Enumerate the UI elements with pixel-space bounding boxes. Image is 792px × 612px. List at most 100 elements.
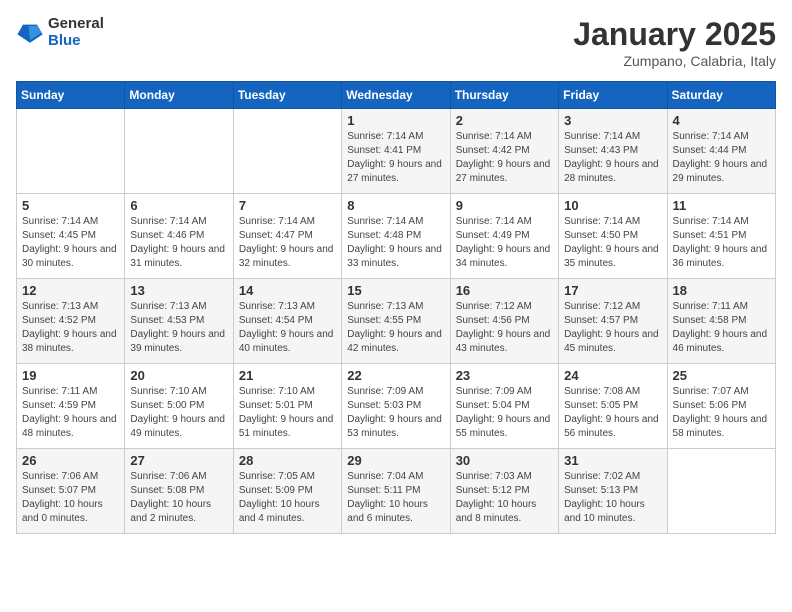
day-number: 27 <box>130 453 227 468</box>
day-info: Sunrise: 7:14 AM Sunset: 4:41 PM Dayligh… <box>347 130 444 186</box>
day-number: 16 <box>456 283 553 298</box>
day-number: 6 <box>130 198 227 213</box>
day-number: 1 <box>347 113 444 128</box>
day-info: Sunrise: 7:14 AM Sunset: 4:44 PM Dayligh… <box>673 130 770 186</box>
day-number: 18 <box>673 283 770 298</box>
calendar-cell: 5 Sunrise: 7:14 AM Sunset: 4:45 PM Daylig… <box>17 194 125 279</box>
header-day-friday: Friday <box>559 82 667 109</box>
day-number: 20 <box>130 368 227 383</box>
calendar-cell: 14 Sunrise: 7:13 AM Sunset: 4:54 PM Dayli… <box>233 279 341 364</box>
calendar-cell <box>125 109 233 194</box>
calendar-cell: 16 Sunrise: 7:12 AM Sunset: 4:56 PM Dayli… <box>450 279 558 364</box>
day-info: Sunrise: 7:13 AM Sunset: 4:52 PM Dayligh… <box>22 300 119 356</box>
day-info: Sunrise: 7:14 AM Sunset: 4:47 PM Dayligh… <box>239 215 336 271</box>
calendar-cell: 24 Sunrise: 7:08 AM Sunset: 5:05 PM Dayli… <box>559 364 667 449</box>
day-number: 28 <box>239 453 336 468</box>
header-day-sunday: Sunday <box>17 82 125 109</box>
calendar-cell: 11 Sunrise: 7:14 AM Sunset: 4:51 PM Dayli… <box>667 194 775 279</box>
day-number: 5 <box>22 198 119 213</box>
day-info: Sunrise: 7:13 AM Sunset: 4:53 PM Dayligh… <box>130 300 227 356</box>
day-info: Sunrise: 7:14 AM Sunset: 4:43 PM Dayligh… <box>564 130 661 186</box>
day-number: 9 <box>456 198 553 213</box>
day-info: Sunrise: 7:14 AM Sunset: 4:48 PM Dayligh… <box>347 215 444 271</box>
day-info: Sunrise: 7:07 AM Sunset: 5:06 PM Dayligh… <box>673 385 770 441</box>
day-info: Sunrise: 7:12 AM Sunset: 4:57 PM Dayligh… <box>564 300 661 356</box>
day-info: Sunrise: 7:14 AM Sunset: 4:49 PM Dayligh… <box>456 215 553 271</box>
day-number: 11 <box>673 198 770 213</box>
calendar-cell: 21Sunrise: 7:10 AM Sunset: 5:01 PM Dayli… <box>233 364 341 449</box>
day-number: 29 <box>347 453 444 468</box>
day-info: Sunrise: 7:05 AM Sunset: 5:09 PM Dayligh… <box>239 470 336 526</box>
calendar-cell: 4 Sunrise: 7:14 AM Sunset: 4:44 PM Daylig… <box>667 109 775 194</box>
calendar-cell: 29Sunrise: 7:04 AM Sunset: 5:11 PM Dayli… <box>342 449 450 534</box>
logo-general-text: General <box>48 16 104 33</box>
day-info: Sunrise: 7:13 AM Sunset: 4:54 PM Dayligh… <box>239 300 336 356</box>
calendar-cell: 9 Sunrise: 7:14 AM Sunset: 4:49 PM Daylig… <box>450 194 558 279</box>
day-number: 22 <box>347 368 444 383</box>
day-number: 2 <box>456 113 553 128</box>
logo-text: General Blue <box>48 16 104 49</box>
week-row-4: 19Sunrise: 7:11 AM Sunset: 4:59 PM Dayli… <box>17 364 776 449</box>
calendar-body: 1 Sunrise: 7:14 AM Sunset: 4:41 PM Daylig… <box>17 109 776 534</box>
calendar-cell <box>233 109 341 194</box>
day-info: Sunrise: 7:02 AM Sunset: 5:13 PM Dayligh… <box>564 470 661 526</box>
day-number: 3 <box>564 113 661 128</box>
calendar-cell: 1 Sunrise: 7:14 AM Sunset: 4:41 PM Daylig… <box>342 109 450 194</box>
calendar-cell: 19Sunrise: 7:11 AM Sunset: 4:59 PM Dayli… <box>17 364 125 449</box>
day-info: Sunrise: 7:14 AM Sunset: 4:50 PM Dayligh… <box>564 215 661 271</box>
day-info: Sunrise: 7:10 AM Sunset: 5:00 PM Dayligh… <box>130 385 227 441</box>
logo-blue-text: Blue <box>48 33 104 50</box>
calendar-cell: 8 Sunrise: 7:14 AM Sunset: 4:48 PM Daylig… <box>342 194 450 279</box>
day-number: 17 <box>564 283 661 298</box>
calendar-cell: 20 Sunrise: 7:10 AM Sunset: 5:00 PM Dayli… <box>125 364 233 449</box>
day-info: Sunrise: 7:14 AM Sunset: 4:51 PM Dayligh… <box>673 215 770 271</box>
header-day-saturday: Saturday <box>667 82 775 109</box>
day-number: 7 <box>239 198 336 213</box>
calendar-cell: 22Sunrise: 7:09 AM Sunset: 5:03 PM Dayli… <box>342 364 450 449</box>
header-day-monday: Monday <box>125 82 233 109</box>
day-info: Sunrise: 7:06 AM Sunset: 5:08 PM Dayligh… <box>130 470 227 526</box>
logo: General Blue <box>16 16 104 49</box>
day-info: Sunrise: 7:12 AM Sunset: 4:56 PM Dayligh… <box>456 300 553 356</box>
day-number: 14 <box>239 283 336 298</box>
day-number: 19 <box>22 368 119 383</box>
header-day-tuesday: Tuesday <box>233 82 341 109</box>
day-info: Sunrise: 7:09 AM Sunset: 5:04 PM Dayligh… <box>456 385 553 441</box>
calendar-cell: 12Sunrise: 7:13 AM Sunset: 4:52 PM Dayli… <box>17 279 125 364</box>
day-info: Sunrise: 7:03 AM Sunset: 5:12 PM Dayligh… <box>456 470 553 526</box>
title-area: January 2025 Zumpano, Calabria, Italy <box>573 16 776 69</box>
day-number: 26 <box>22 453 119 468</box>
day-number: 25 <box>673 368 770 383</box>
calendar-cell: 6Sunrise: 7:14 AM Sunset: 4:46 PM Daylig… <box>125 194 233 279</box>
calendar-cell: 27 Sunrise: 7:06 AM Sunset: 5:08 PM Dayli… <box>125 449 233 534</box>
day-number: 4 <box>673 113 770 128</box>
calendar-cell: 17 Sunrise: 7:12 AM Sunset: 4:57 PM Dayli… <box>559 279 667 364</box>
calendar-table: SundayMondayTuesdayWednesdayThursdayFrid… <box>16 81 776 534</box>
day-info: Sunrise: 7:06 AM Sunset: 5:07 PM Dayligh… <box>22 470 119 526</box>
calendar-cell: 31Sunrise: 7:02 AM Sunset: 5:13 PM Dayli… <box>559 449 667 534</box>
week-row-3: 12Sunrise: 7:13 AM Sunset: 4:52 PM Dayli… <box>17 279 776 364</box>
day-info: Sunrise: 7:11 AM Sunset: 4:58 PM Dayligh… <box>673 300 770 356</box>
day-number: 30 <box>456 453 553 468</box>
day-number: 24 <box>564 368 661 383</box>
day-info: Sunrise: 7:14 AM Sunset: 4:45 PM Dayligh… <box>22 215 119 271</box>
calendar-cell: 18 Sunrise: 7:11 AM Sunset: 4:58 PM Dayli… <box>667 279 775 364</box>
calendar-cell: 13Sunrise: 7:13 AM Sunset: 4:53 PM Dayli… <box>125 279 233 364</box>
day-info: Sunrise: 7:08 AM Sunset: 5:05 PM Dayligh… <box>564 385 661 441</box>
calendar-cell <box>667 449 775 534</box>
header-row: SundayMondayTuesdayWednesdayThursdayFrid… <box>17 82 776 109</box>
calendar-cell: 10Sunrise: 7:14 AM Sunset: 4:50 PM Dayli… <box>559 194 667 279</box>
day-info: Sunrise: 7:13 AM Sunset: 4:55 PM Dayligh… <box>347 300 444 356</box>
day-number: 15 <box>347 283 444 298</box>
week-row-5: 26 Sunrise: 7:06 AM Sunset: 5:07 PM Dayli… <box>17 449 776 534</box>
calendar-cell: 25 Sunrise: 7:07 AM Sunset: 5:06 PM Dayli… <box>667 364 775 449</box>
day-number: 23 <box>456 368 553 383</box>
calendar-cell: 30 Sunrise: 7:03 AM Sunset: 5:12 PM Dayli… <box>450 449 558 534</box>
calendar-cell: 3 Sunrise: 7:14 AM Sunset: 4:43 PM Daylig… <box>559 109 667 194</box>
calendar-cell: 2Sunrise: 7:14 AM Sunset: 4:42 PM Daylig… <box>450 109 558 194</box>
day-info: Sunrise: 7:10 AM Sunset: 5:01 PM Dayligh… <box>239 385 336 441</box>
calendar-cell <box>17 109 125 194</box>
calendar-cell: 23 Sunrise: 7:09 AM Sunset: 5:04 PM Dayli… <box>450 364 558 449</box>
day-number: 8 <box>347 198 444 213</box>
week-row-1: 1 Sunrise: 7:14 AM Sunset: 4:41 PM Daylig… <box>17 109 776 194</box>
